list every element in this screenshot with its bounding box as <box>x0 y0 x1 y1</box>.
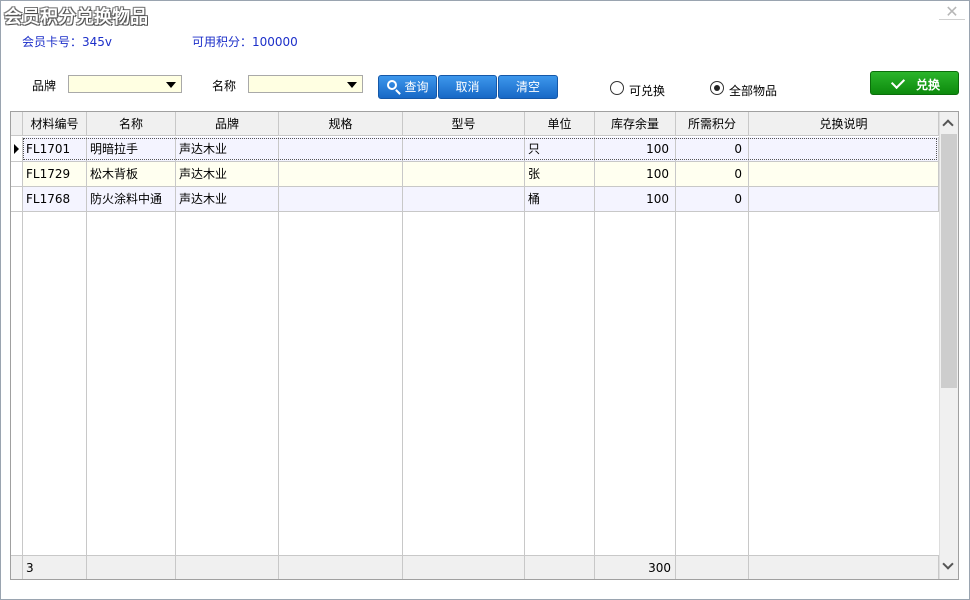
cell-stock[interactable]: 100 <box>595 162 676 187</box>
exchange-window: 会员积分兑换物品 ✕ 会员卡号：345v 可用积分：100000 品牌 名称 查… <box>0 0 970 600</box>
chevron-down-icon[interactable] <box>347 82 357 88</box>
cell-unit[interactable]: 桶 <box>525 187 595 212</box>
cancel-button-label: 取消 <box>455 80 480 94</box>
cell-brand[interactable]: 声达木业 <box>176 137 279 162</box>
brand-combo[interactable] <box>68 75 182 93</box>
cell-code[interactable]: FL1729 <box>23 162 87 187</box>
cell-note[interactable] <box>749 187 939 212</box>
cell-unit[interactable]: 只 <box>525 137 595 162</box>
check-icon <box>890 74 906 90</box>
footer-cell <box>749 556 939 579</box>
search-button-label: 查询 <box>404 80 429 94</box>
cell-name[interactable]: 明暗拉手 <box>87 137 176 162</box>
footer-cell <box>279 556 403 579</box>
row-selector[interactable] <box>11 137 23 162</box>
grid-line <box>278 212 279 555</box>
radio-all-items-label: 全部物品 <box>729 84 778 98</box>
cell-note[interactable] <box>749 162 939 187</box>
column-header-spec[interactable]: 规格 <box>279 112 403 136</box>
cell-name[interactable]: 松木背板 <box>87 162 176 187</box>
scrollbar-thumb[interactable] <box>941 134 957 388</box>
cell-spec[interactable] <box>279 187 403 212</box>
exchange-button[interactable]: 兑换 <box>870 71 959 95</box>
cell-code[interactable]: FL1701 <box>23 137 87 162</box>
radio-all-items[interactable] <box>710 81 724 95</box>
grid-footer: 3 300 <box>11 555 939 579</box>
column-header-name[interactable]: 名称 <box>87 112 176 136</box>
column-header-points[interactable]: 所需积分 <box>676 112 749 136</box>
cell-stock[interactable]: 100 <box>595 137 676 162</box>
grid-line <box>402 212 403 555</box>
cell-unit[interactable]: 张 <box>525 162 595 187</box>
footer-cell <box>525 556 595 579</box>
grid-line <box>22 212 23 555</box>
cell-note[interactable] <box>749 137 939 162</box>
footer-cell <box>87 556 176 579</box>
cell-model[interactable] <box>403 187 525 212</box>
cell-points[interactable]: 0 <box>676 187 749 212</box>
radio-exchangeable-label: 可兑换 <box>629 84 666 98</box>
name-combo[interactable] <box>248 75 363 93</box>
footer-cell <box>676 556 749 579</box>
available-points: 可用积分：100000 <box>192 35 298 49</box>
title-divider <box>939 19 965 20</box>
footer-cell <box>176 556 279 579</box>
cell-spec[interactable] <box>279 162 403 187</box>
grid-line <box>86 212 87 555</box>
grid-line <box>175 212 176 555</box>
footer-cell <box>403 556 525 579</box>
exchange-button-label: 兑换 <box>916 78 941 92</box>
brand-label: 品牌 <box>32 79 57 93</box>
column-header-model[interactable]: 型号 <box>403 112 525 136</box>
column-header-brand[interactable]: 品牌 <box>176 112 279 136</box>
table-row[interactable]: FL1768 防火涂料中通 声达木业 桶 100 0 <box>11 187 939 212</box>
footer-stock-total: 300 <box>595 556 676 579</box>
chevron-up-icon[interactable] <box>942 119 954 131</box>
name-label: 名称 <box>212 79 237 93</box>
cancel-button[interactable]: 取消 <box>438 75 497 99</box>
chevron-down-icon[interactable] <box>942 558 954 570</box>
cell-brand[interactable]: 声达木业 <box>176 162 279 187</box>
clear-button-label: 清空 <box>515 80 540 94</box>
member-card-number: 会员卡号：345v <box>22 35 113 49</box>
radio-exchangeable[interactable] <box>610 81 624 95</box>
window-title: 会员积分兑换物品 <box>4 7 148 28</box>
table-row[interactable]: FL1729 松木背板 声达木业 张 100 0 <box>11 162 939 187</box>
grid-line <box>675 212 676 555</box>
footer-corner <box>11 556 23 579</box>
cell-points[interactable]: 0 <box>676 162 749 187</box>
cell-spec[interactable] <box>279 137 403 162</box>
table-row[interactable]: FL1701 明暗拉手 声达木业 只 100 0 <box>11 137 939 162</box>
column-header-code[interactable]: 材料编号 <box>23 112 87 136</box>
cell-name[interactable]: 防火涂料中通 <box>87 187 176 212</box>
items-grid[interactable]: 材料编号 名称 品牌 规格 型号 单位 库存余量 所需积分 兑换说明 FL170… <box>10 111 959 580</box>
chevron-down-icon[interactable] <box>166 82 176 88</box>
cell-brand[interactable]: 声达木业 <box>176 187 279 212</box>
row-selector[interactable] <box>11 187 23 212</box>
column-header-unit[interactable]: 单位 <box>525 112 595 136</box>
cell-code[interactable]: FL1768 <box>23 187 87 212</box>
footer-row-count: 3 <box>23 556 87 579</box>
cell-points[interactable]: 0 <box>676 137 749 162</box>
search-icon <box>387 80 397 90</box>
cell-stock[interactable]: 100 <box>595 187 676 212</box>
grid-line <box>748 212 749 555</box>
current-row-icon <box>14 144 19 154</box>
row-selector[interactable] <box>11 162 23 187</box>
vertical-scrollbar[interactable] <box>939 112 958 579</box>
column-header-note[interactable]: 兑换说明 <box>749 112 939 136</box>
search-button[interactable]: 查询 <box>378 75 437 99</box>
grid-line <box>524 212 525 555</box>
cell-model[interactable] <box>403 137 525 162</box>
column-header-stock[interactable]: 库存余量 <box>595 112 676 136</box>
grid-line <box>594 212 595 555</box>
clear-button[interactable]: 清空 <box>498 75 558 99</box>
row-header-corner <box>11 112 23 136</box>
cell-model[interactable] <box>403 162 525 187</box>
